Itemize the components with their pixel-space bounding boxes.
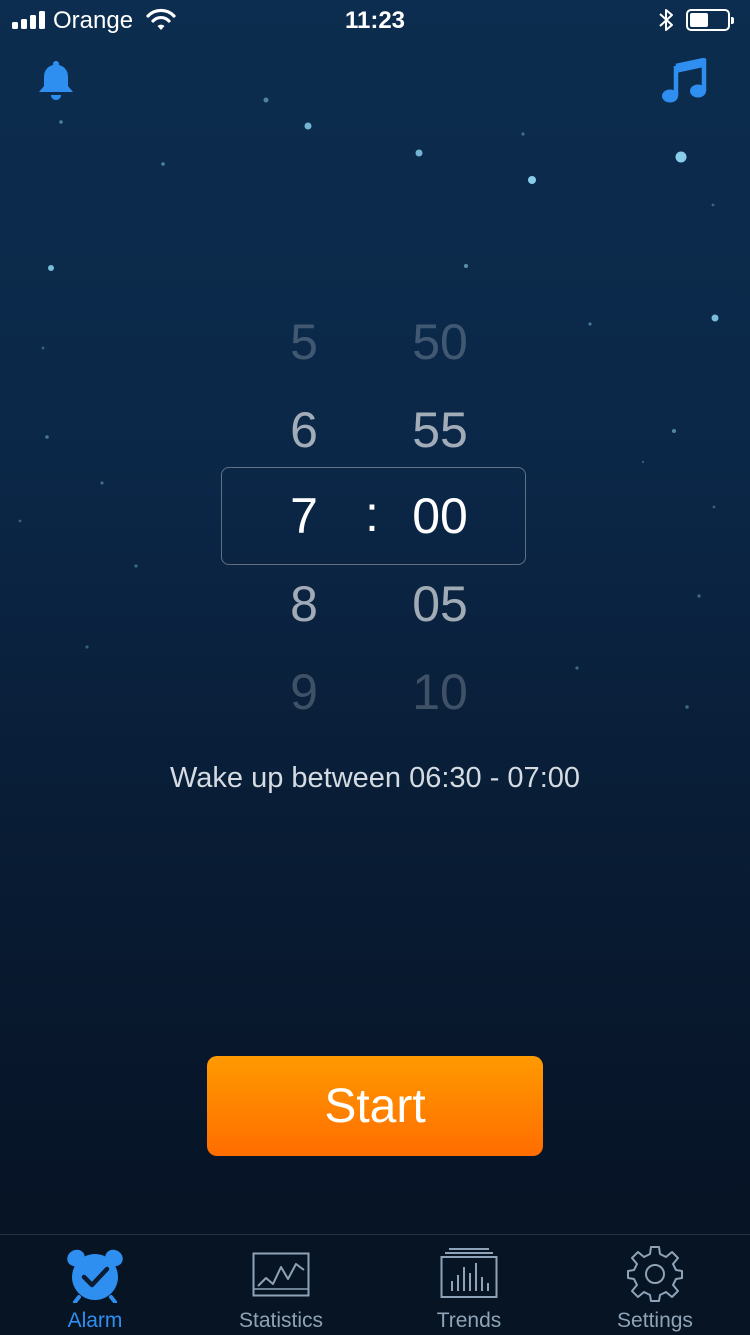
tab-settings[interactable]: Settings [560, 1235, 750, 1335]
time-separator: : [365, 486, 379, 542]
minute-option[interactable]: 55 [370, 400, 510, 460]
hour-option[interactable]: 5 [234, 320, 374, 372]
tab-label: Trends [436, 1309, 502, 1332]
bell-icon[interactable] [36, 58, 76, 102]
tab-trends[interactable]: Trends [374, 1235, 564, 1335]
bluetooth-icon [659, 9, 673, 31]
tab-bar: Alarm Statistics Trends Settings [0, 1234, 750, 1335]
tab-statistics[interactable]: Statistics [186, 1235, 376, 1335]
hour-option[interactable]: 6 [234, 400, 374, 460]
hour-option[interactable]: 8 [234, 574, 374, 634]
battery-fill [690, 13, 708, 27]
alarm-clock-icon [67, 1249, 123, 1303]
time-picker[interactable]: 5 6 7 8 9 50 55 00 05 10 : [0, 320, 750, 720]
status-time: 11:23 [344, 7, 406, 34]
status-bar: Orange 11:23 [0, 0, 750, 40]
tab-alarm[interactable]: Alarm [0, 1235, 190, 1335]
wake-window-label: Wake up between 06:30 - 07:00 [169, 762, 581, 794]
battery-icon [686, 9, 734, 31]
minute-option[interactable]: 05 [370, 574, 510, 634]
music-note-icon[interactable] [660, 58, 708, 104]
tab-label: Alarm [67, 1309, 123, 1332]
tab-label: Statistics [238, 1309, 324, 1332]
gear-icon [627, 1246, 683, 1302]
minute-option[interactable]: 10 [370, 662, 510, 715]
bar-chart-icon [440, 1248, 498, 1298]
hour-option[interactable]: 9 [234, 662, 374, 715]
start-button[interactable]: Start [207, 1056, 543, 1156]
tab-label: Settings [617, 1309, 693, 1332]
line-chart-icon [252, 1252, 310, 1297]
minute-option[interactable]: 50 [370, 320, 510, 372]
